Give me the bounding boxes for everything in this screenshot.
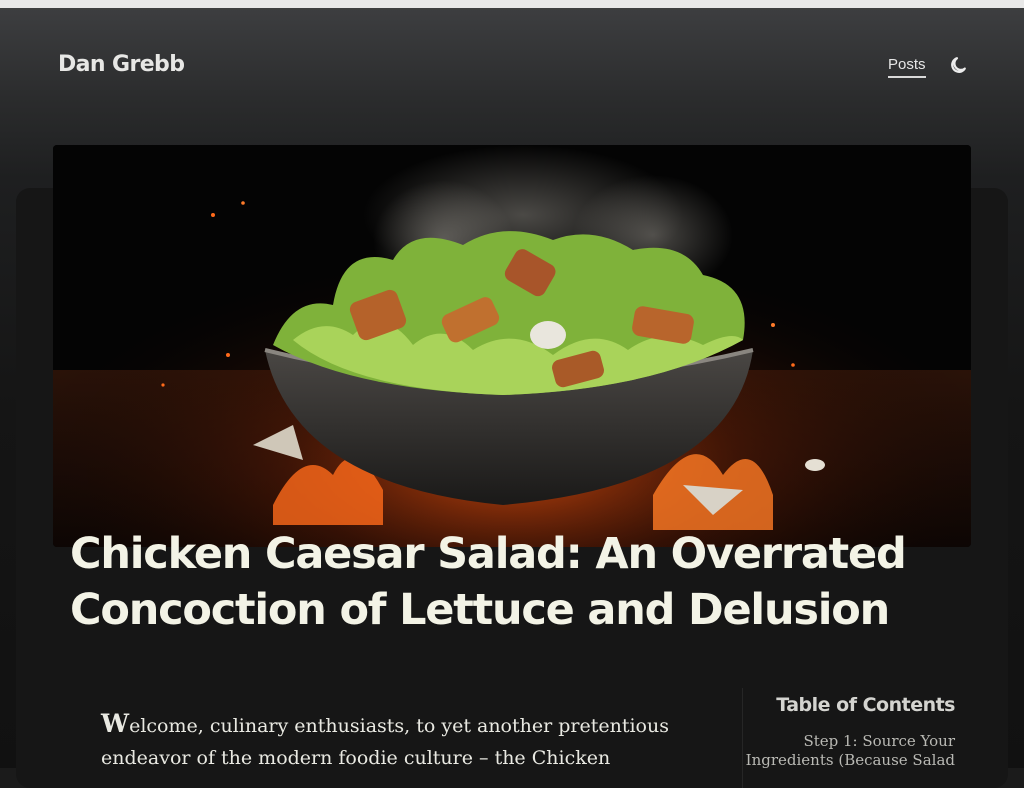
table-of-contents: Table of Contents Step 1: Source Your In… [745,694,956,770]
article-intro-text: elcome, culinary enthusiasts, to yet ano… [101,715,669,769]
toc-title: Table of Contents [776,694,955,716]
article-intro: Welcome, culinary enthusiasts, to yet an… [101,708,701,774]
toc-item-step-1[interactable]: Step 1: Source Your Ingredients (Because… [745,732,955,770]
nav-posts-link[interactable]: Posts [888,56,926,78]
page: Dan Grebb Posts Chicken Caesar Salad: An… [0,8,1024,788]
browser-top-strip [0,0,1024,8]
dropcap: W [101,709,130,738]
site-header: Dan Grebb Posts [58,52,968,92]
site-title-link[interactable]: Dan Grebb [58,52,185,77]
toc-divider [742,688,743,788]
moon-icon[interactable] [948,56,968,76]
post-title: Chicken Caesar Salad: An Overrated Conco… [70,529,907,635]
hero-image [53,145,971,547]
